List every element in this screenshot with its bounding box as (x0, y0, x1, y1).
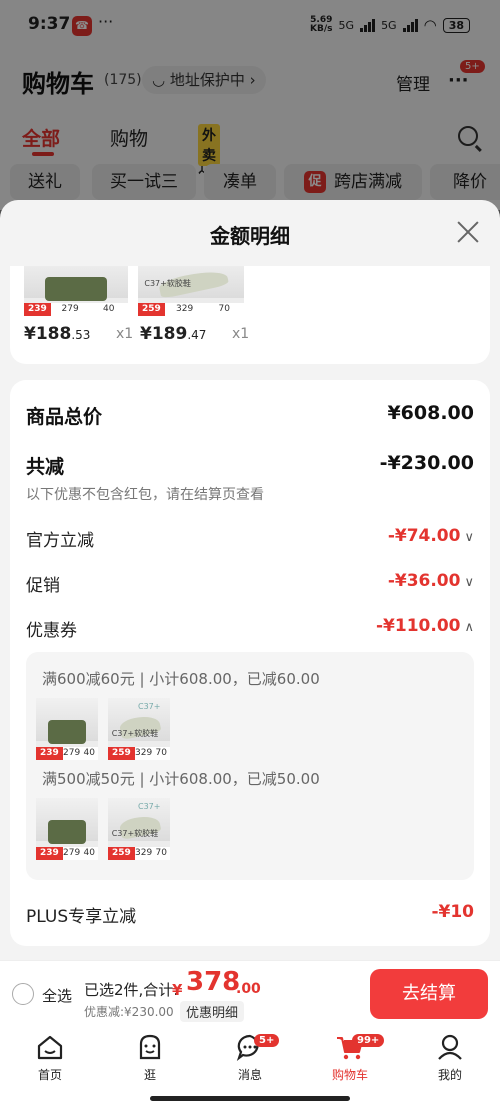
plus-discount-value: -¥10 (431, 902, 474, 922)
reduce-label: 共减 (26, 456, 65, 478)
product-image-shoe[interactable]: C37+软胶鞋 259 329 70 (138, 266, 244, 316)
coupon-thumb-shoe-1: C37+ C37+软胶鞋 259 329 70 (108, 698, 170, 760)
checkout-bar: 全选 已选2件,合计: ¥ 378 .00 优惠减:¥230.00 优惠明细 去… (0, 960, 500, 1026)
tab-me[interactable]: 我的 (410, 1032, 490, 1083)
tab-cart[interactable]: 购物车 99+ (310, 1032, 390, 1083)
official-discount-row[interactable]: -¥74.00 ∨ (388, 526, 474, 546)
item-price-1: ¥188.53 (24, 324, 91, 344)
home-indicator (150, 1096, 350, 1101)
coupon-thumb-jacket-1: 239 279 40 (36, 698, 98, 760)
items-card: 239 279 40 C37+软胶鞋 259 329 70 ¥188.53 x1 ¥18… (10, 266, 490, 364)
select-all-checkbox[interactable] (12, 983, 34, 1005)
coupon-thumb-jacket-2: 239 279 40 (36, 798, 98, 860)
select-all-label[interactable]: 全选 (42, 985, 72, 1006)
sheet-title: 金额明细 (210, 224, 290, 248)
item-price-2: ¥189.47 (140, 324, 207, 344)
close-icon[interactable] (456, 220, 480, 244)
cart-badge: 99+ (352, 1034, 385, 1047)
total-label: 商品总价 (26, 406, 103, 428)
selected-summary: 已选2件,合计: (84, 981, 179, 999)
amount-detail-sheet: 金额明细 239 279 40 C37+软胶鞋 259 329 70 ¥188.53 x… (0, 200, 500, 960)
amount-breakdown-card: 商品总价 ¥608.00 共减 -¥230.00 以下优惠不包含红包，请在结算页… (10, 380, 490, 946)
discount-summary: 优惠减:¥230.00 (84, 1005, 174, 1019)
reduce-note: 以下优惠不包含红包，请在结算页查看 (26, 487, 264, 503)
promotion-row[interactable]: -¥36.00 ∨ (388, 571, 474, 591)
total-value: ¥608.00 (387, 402, 474, 424)
chevron-down-icon: ∨ (464, 530, 474, 545)
browse-face-icon (139, 1034, 161, 1060)
tab-messages[interactable]: 消息 5+ (210, 1032, 290, 1083)
discount-detail-button[interactable]: 优惠明细 (180, 1001, 245, 1022)
tab-home[interactable]: 首页 (10, 1032, 90, 1083)
coupon-thumb-shoe-2: C37+ C37+软胶鞋 259 329 70 (108, 798, 170, 860)
home-icon (37, 1035, 63, 1060)
chevron-up-icon: ∧ (464, 620, 474, 635)
official-discount-label: 官方立减 (26, 531, 94, 551)
coupon-label: 优惠券 (26, 621, 77, 641)
item-qty-2: x1 (232, 326, 250, 342)
coupon-details: 满600减60元 | 小计608.00，已减60.00 239 279 40 C37… (26, 652, 474, 880)
promotion-label: 促销 (26, 576, 60, 596)
checkout-button[interactable]: 去结算 (370, 969, 488, 1019)
coupon-rule-1: 满600减60元 | 小计608.00，已减60.00 (42, 670, 320, 688)
total-currency: ¥ (172, 981, 183, 999)
plus-discount-label: PLUS专享立减 (26, 907, 137, 927)
tab-browse[interactable]: 逛 (110, 1032, 190, 1083)
coupon-rule-2: 满500减50元 | 小计608.00，已减50.00 (42, 770, 320, 788)
total-amount-decimal: .00 (236, 981, 261, 997)
product-image-jacket[interactable]: 239 279 40 (24, 266, 128, 316)
user-icon (438, 1034, 462, 1060)
messages-badge: 5+ (254, 1034, 280, 1047)
total-amount: 378 (186, 967, 241, 997)
item-qty-1: x1 (116, 326, 134, 342)
reduce-value: -¥230.00 (379, 452, 474, 474)
chevron-down-icon: ∨ (464, 575, 474, 590)
coupon-row[interactable]: -¥110.00 ∧ (376, 616, 474, 636)
